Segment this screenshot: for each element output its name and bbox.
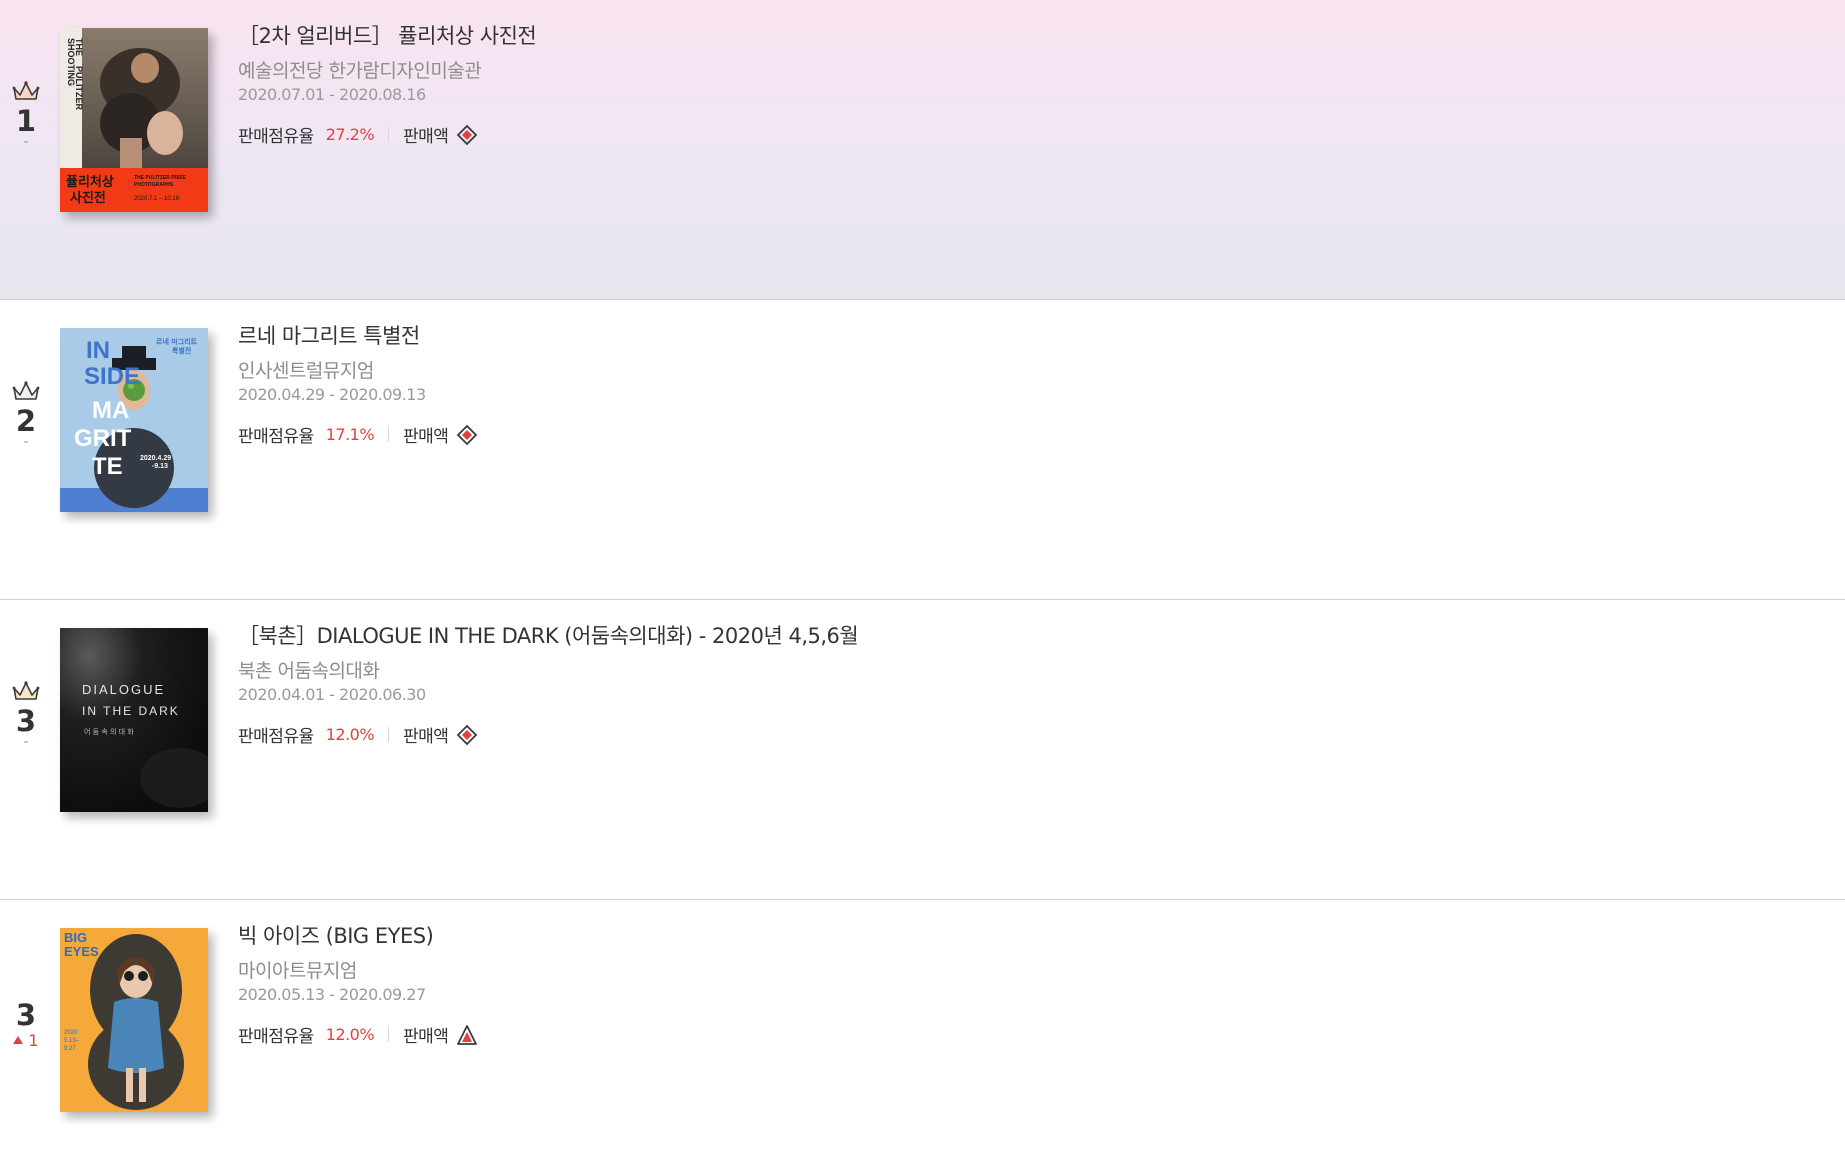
rank-number: 2	[15, 404, 37, 438]
item-venue: 북촌 어둠속의대화	[238, 660, 380, 682]
ranking-row-4[interactable]: 3 1 BIG EYES 2020 5.13– 9.27 빅 아이즈 (BIG …	[0, 900, 1845, 1176]
poster-image[interactable]: BIG EYES 2020 5.13– 9.27	[60, 928, 208, 1112]
share-value: 12.0%	[325, 1025, 375, 1044]
svg-text:2020: 2020	[64, 1030, 78, 1036]
share-value: 27.2%	[325, 125, 375, 144]
item-venue: 인사센트럴뮤지엄	[238, 360, 374, 382]
item-title[interactable]: ［2차 얼리버드］ 퓰리처상 사진전	[238, 20, 1738, 50]
item-info: 르네 마그리트 특별전 인사센트럴뮤지엄 2020.04.29 - 2020.0…	[238, 320, 1738, 447]
svg-text:GRIT: GRIT	[74, 425, 132, 452]
share-label: 판매점유율	[238, 727, 314, 747]
triangle-grade-icon	[457, 1024, 478, 1045]
svg-text:2020.7.1 – 10.18: 2020.7.1 – 10.18	[134, 196, 180, 202]
stats-divider	[388, 127, 390, 142]
svg-text:5.13–: 5.13–	[64, 1038, 80, 1044]
svg-text:IN: IN	[86, 337, 110, 364]
svg-text:THE PULITZER PRIZE: THE PULITZER PRIZE	[134, 175, 187, 181]
poster-image[interactable]: DIALOGUE IN THE DARK 어 둠 속 의 대 화	[60, 628, 208, 812]
item-title[interactable]: 빅 아이즈 (BIG EYES)	[238, 920, 1738, 950]
poster-image[interactable]: IN SIDE MA GRIT TE 르네 마그리트 특별전 2020.4.29…	[60, 328, 208, 512]
rank-change: -	[23, 434, 29, 450]
item-title[interactable]: 르네 마그리트 특별전	[238, 320, 1738, 350]
item-period: 2020.04.01 - 2020.06.30	[238, 685, 426, 704]
svg-text:-9.13: -9.13	[152, 463, 168, 470]
diamond-grade-icon	[457, 424, 478, 445]
item-info: ［북촌］DIALOGUE IN THE DARK (어둠속의대화) - 2020…	[238, 620, 1738, 747]
share-label: 판매점유율	[238, 1027, 314, 1047]
rank-column: 3 -	[0, 600, 52, 820]
stats-divider	[388, 1027, 390, 1042]
rank-change: -	[23, 734, 29, 750]
ranking-row-1[interactable]: 1 - SHOOTING THE PULITZER 퓰리처상 사진전 THE P…	[0, 0, 1845, 300]
rank-number: 3	[15, 704, 37, 738]
item-venue: 마이아트뮤지엄	[238, 960, 357, 982]
item-venue: 예술의전당 한가람디자인미술관	[238, 60, 482, 82]
crown-icon	[12, 681, 40, 700]
svg-text:PULITZER: PULITZER	[74, 66, 84, 110]
stats-divider	[388, 427, 390, 442]
rank-number: 1	[15, 104, 37, 138]
rank-column: 1 -	[0, 0, 52, 220]
item-info: 빅 아이즈 (BIG EYES) 마이아트뮤지엄 2020.05.13 - 20…	[238, 920, 1738, 1047]
sales-label: 판매액	[403, 427, 449, 447]
diamond-grade-icon	[457, 124, 478, 145]
item-period: 2020.04.29 - 2020.09.13	[238, 385, 426, 404]
item-stats: 판매점유율 27.2% 판매액	[238, 122, 1738, 147]
sales-label: 판매액	[403, 727, 449, 747]
poster-image[interactable]: SHOOTING THE PULITZER 퓰리처상 사진전 THE PULIT…	[60, 28, 208, 212]
item-period: 2020.07.01 - 2020.08.16	[238, 85, 426, 104]
share-label: 판매점유율	[238, 427, 314, 447]
rank-column: 2 -	[0, 300, 52, 520]
svg-text:IN THE DARK: IN THE DARK	[82, 704, 180, 718]
item-stats: 판매점유율 12.0% 판매액	[238, 1022, 1738, 1047]
rank-column: 3 1	[0, 900, 52, 1120]
svg-text:PHOTOGRAPHS: PHOTOGRAPHS	[134, 182, 174, 188]
ranking-row-2[interactable]: 2 - IN SIDE MA GRIT TE 르네 마그리트 특별전 2020.	[0, 300, 1845, 600]
sales-label: 판매액	[403, 1027, 449, 1047]
item-info: ［2차 얼리버드］ 퓰리처상 사진전 예술의전당 한가람디자인미술관 2020.…	[238, 20, 1738, 147]
share-value: 17.1%	[325, 425, 375, 444]
svg-text:9.27: 9.27	[64, 1046, 76, 1052]
svg-text:EYES: EYES	[64, 944, 99, 959]
svg-text:SIDE: SIDE	[84, 363, 140, 390]
crown-icon	[12, 381, 40, 400]
item-period: 2020.05.13 - 2020.09.27	[238, 985, 426, 1004]
ranking-row-3[interactable]: 3 - DIALOGUE IN THE DARK 어 둠 속 의 대 화 ［북촌…	[0, 600, 1845, 900]
svg-text:BIG: BIG	[64, 930, 87, 945]
share-value: 12.0%	[325, 725, 375, 744]
item-stats: 판매점유율 12.0% 판매액	[238, 722, 1738, 747]
up-arrow-icon	[13, 1036, 24, 1044]
crown-icon	[12, 81, 40, 100]
rank-change: -	[23, 134, 29, 150]
item-title[interactable]: ［북촌］DIALOGUE IN THE DARK (어둠속의대화) - 2020…	[238, 620, 1738, 650]
svg-text:퓰리처상: 퓰리처상	[66, 174, 114, 190]
share-label: 판매점유율	[238, 127, 314, 147]
svg-text:특별전: 특별전	[172, 346, 191, 355]
rank-number: 3	[15, 998, 37, 1032]
svg-text:사진전: 사진전	[70, 190, 106, 206]
svg-text:2020.4.29: 2020.4.29	[140, 455, 171, 462]
sales-label: 판매액	[403, 127, 449, 147]
svg-text:DIALOGUE: DIALOGUE	[82, 682, 165, 697]
svg-text:어 둠 속 의 대 화: 어 둠 속 의 대 화	[84, 727, 134, 736]
rank-change-up: 1	[0, 1031, 52, 1050]
diamond-grade-icon	[457, 724, 478, 745]
ranking-list: 1 - SHOOTING THE PULITZER 퓰리처상 사진전 THE P…	[0, 0, 1845, 1176]
svg-text:르네 마그리트: 르네 마그리트	[156, 337, 198, 346]
svg-text:TE: TE	[92, 453, 123, 480]
stats-divider	[388, 727, 390, 742]
svg-text:MA: MA	[92, 397, 129, 424]
item-stats: 판매점유율 17.1% 판매액	[238, 422, 1738, 447]
svg-text:THE: THE	[74, 38, 84, 56]
